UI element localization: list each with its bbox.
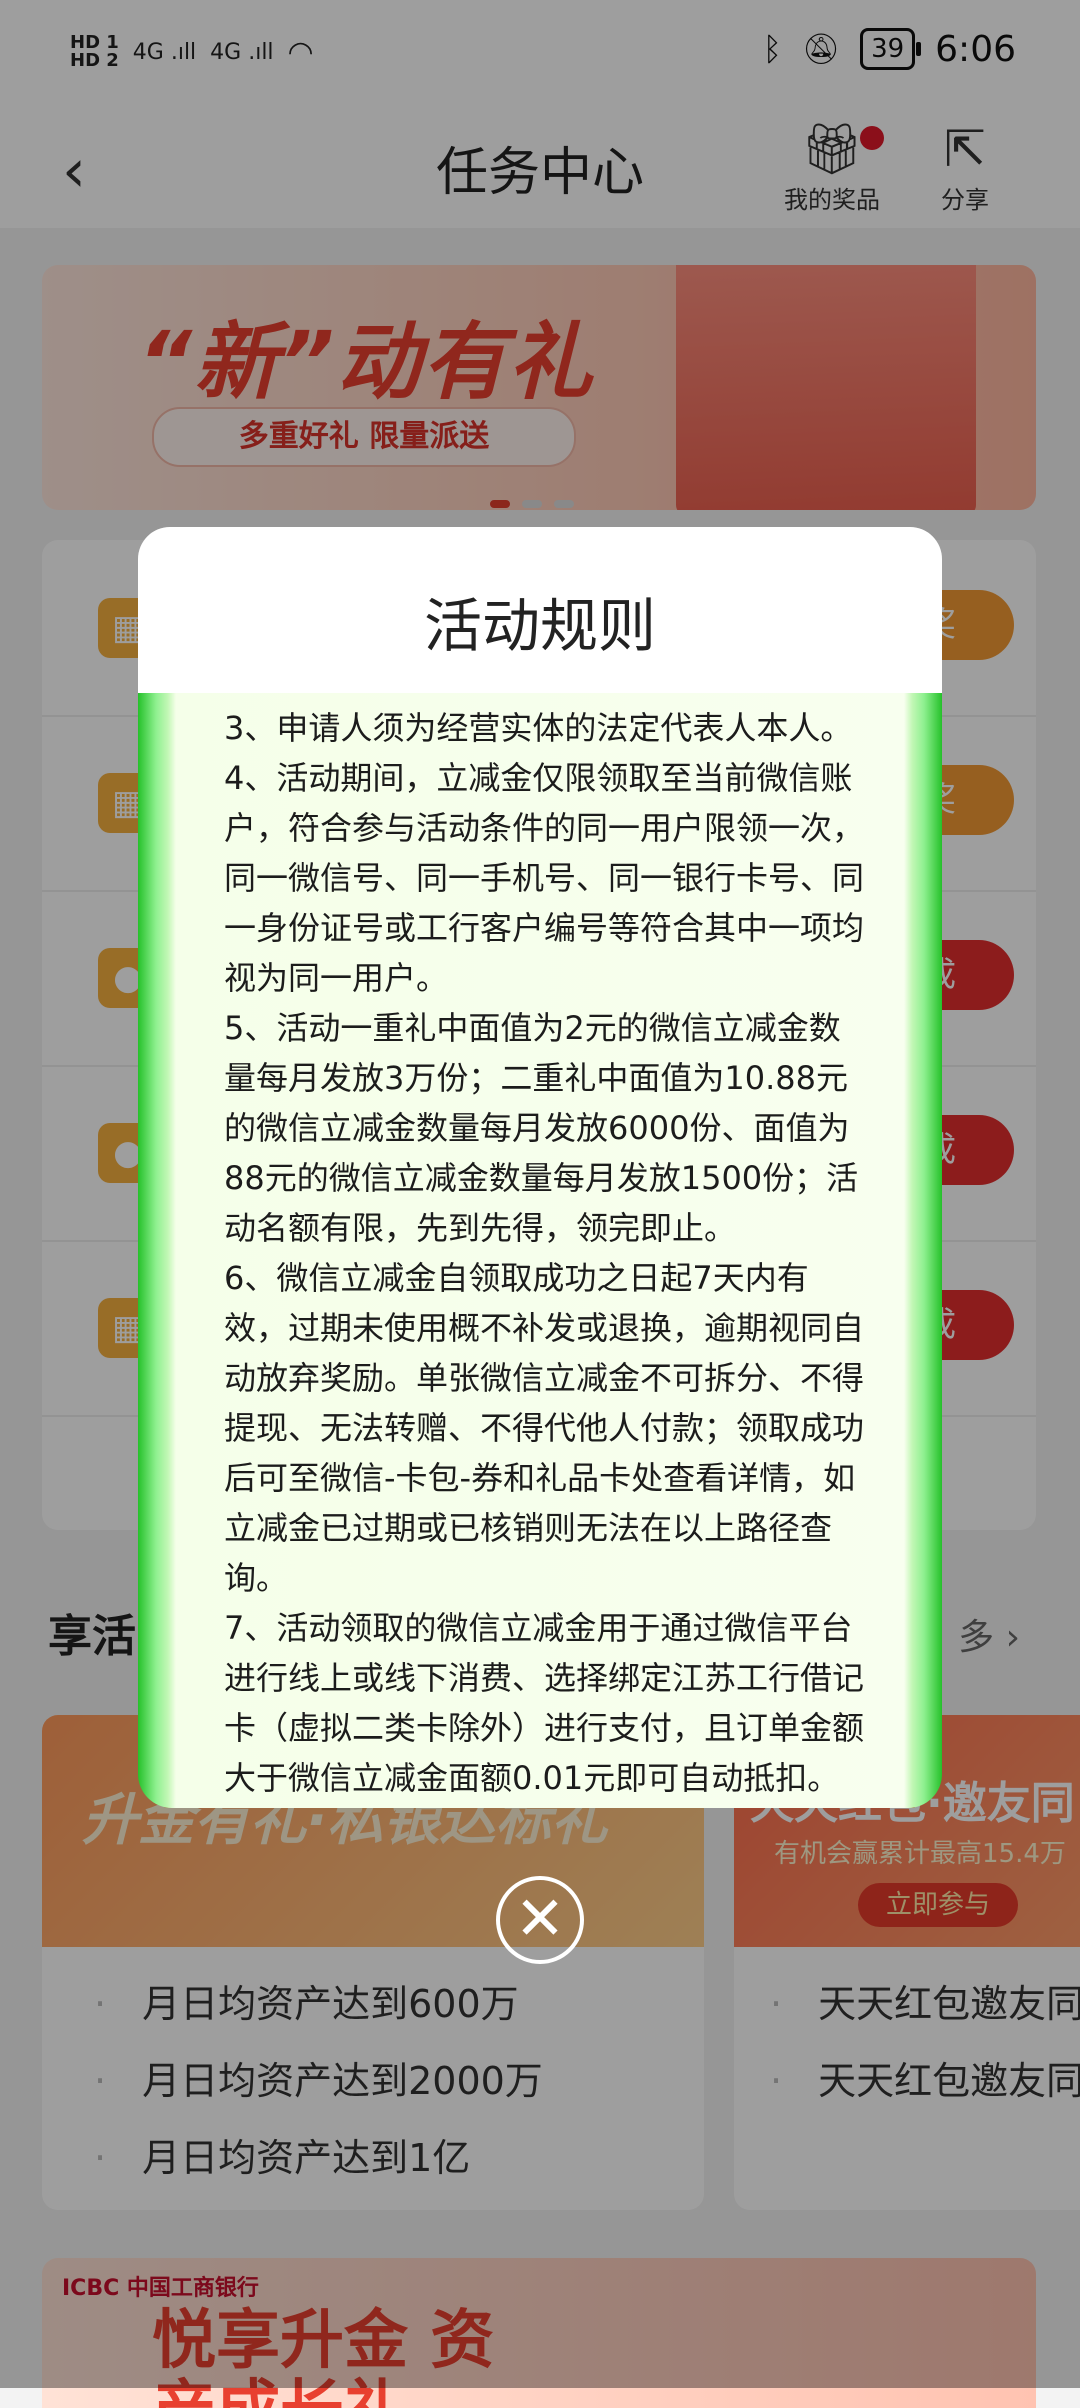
rule-item: 5、活动一重礼中面值为2元的微信立减金数量每月发放3万份；二重礼中面值为10.8…	[224, 1009, 859, 1247]
rule-item: 7、活动领取的微信立减金用于通过微信平台进行线上或线下消费、选择绑定江苏工行借记…	[224, 1609, 865, 1797]
rule-item: 3、申请人须为经营实体的法定代表人本人。	[224, 709, 853, 747]
rule-item: 4、活动期间，立减金仅限领取至当前微信账户，符合参与活动条件的同一用户限领一次，…	[224, 759, 865, 997]
rules-text: 3、申请人须为经营实体的法定代表人本人。 4、活动期间，立减金仅限领取至当前微信…	[224, 703, 864, 1808]
rules-scroll-area[interactable]: 3、申请人须为经营实体的法定代表人本人。 4、活动期间，立减金仅限领取至当前微信…	[138, 693, 942, 1808]
modal-title: 活动规则	[423, 592, 656, 660]
rule-item: 6、微信立减金自领取成功之日起7天内有效，过期未使用概不补发或退换，逾期视同自动…	[224, 1259, 865, 1597]
modal-header: 活动规则	[138, 527, 942, 695]
close-icon[interactable]: ✕	[496, 1876, 584, 1964]
